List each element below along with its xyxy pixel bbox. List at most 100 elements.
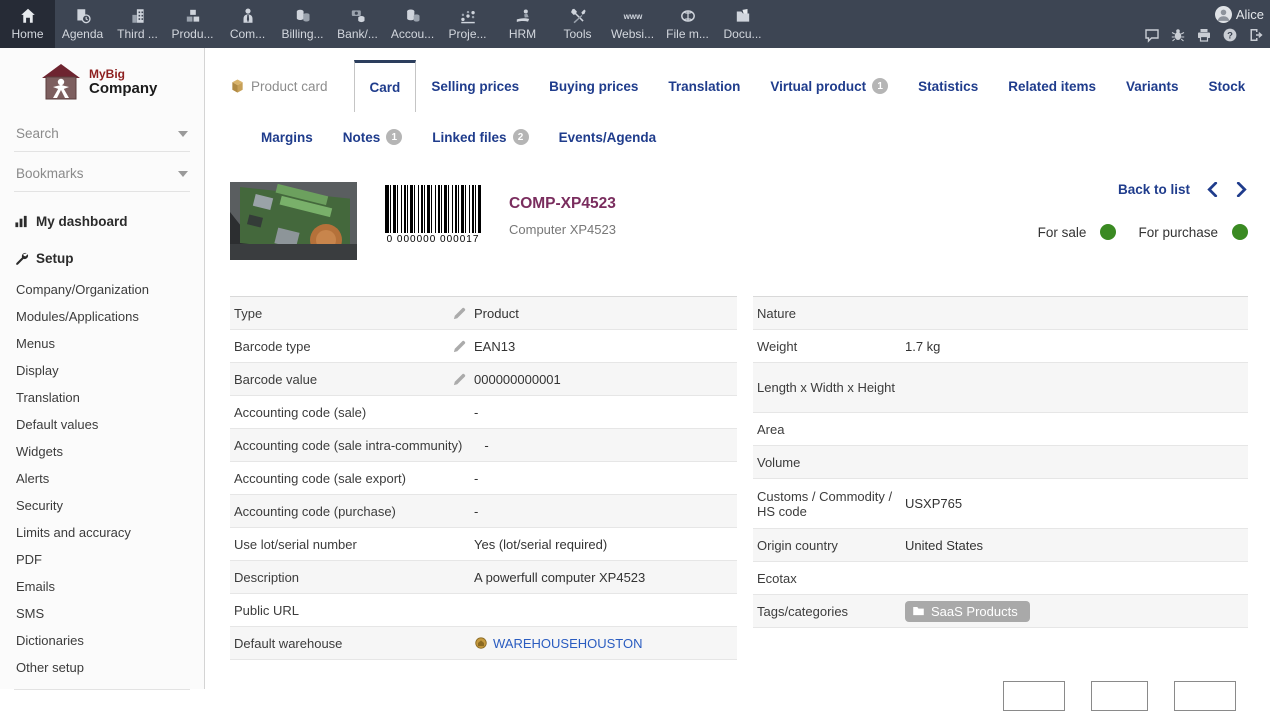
left-sidebar: MyBig Company Search Bookmarks My dashbo… (0, 48, 205, 689)
tab-related-items[interactable]: Related items (993, 60, 1111, 112)
field-row-accounting-sale: Accounting code (sale) - (230, 396, 737, 429)
topbar-item-projects[interactable]: Proje... (440, 0, 495, 48)
svg-text:?: ? (1227, 30, 1233, 41)
sidebar-item-sms[interactable]: SMS (0, 600, 204, 627)
action-button-1[interactable] (1003, 681, 1065, 711)
for-purchase-label: For purchase (1138, 225, 1218, 240)
barcode-digits: 0 000000 000017 (385, 234, 481, 245)
category-tag[interactable]: SaaS Products (905, 601, 1030, 622)
edit-pencil-icon[interactable] (452, 372, 467, 387)
print-icon[interactable] (1196, 27, 1212, 43)
sidebar-item-pdf[interactable]: PDF (0, 546, 204, 573)
help-icon[interactable]: ? (1222, 27, 1238, 43)
field-row-lot-serial: Use lot/serial number Yes (lot/serial re… (230, 528, 737, 561)
sidebar-item-emails[interactable]: Emails (0, 573, 204, 600)
edit-pencil-icon[interactable] (452, 306, 467, 321)
folder-icon (912, 605, 925, 617)
sidebar-item-other-setup[interactable]: Other setup (0, 654, 204, 681)
topbar-item-accounting[interactable]: Accou... (385, 0, 440, 48)
topbar-quick-icons: ? (1144, 27, 1264, 43)
tab-notes[interactable]: Notes 1 (328, 122, 418, 152)
sidebar-item-security[interactable]: Security (0, 492, 204, 519)
product-ref: COMP-XP4523 (509, 195, 616, 213)
tab-buying-prices[interactable]: Buying prices (534, 60, 653, 112)
tab-linked-files[interactable]: Linked files 2 (417, 122, 543, 152)
tab-events-agenda[interactable]: Events/Agenda (544, 122, 672, 152)
virtual-product-count-badge: 1 (872, 78, 888, 94)
search-dropdown[interactable]: Search (14, 112, 190, 152)
bookmarks-dropdown[interactable]: Bookmarks (14, 152, 190, 192)
edit-pencil-icon[interactable] (452, 339, 467, 354)
field-row-accounting-sale-export: Accounting code (sale export) - (230, 462, 737, 495)
field-row-tags-categories: Tags/categories SaaS Products (753, 595, 1248, 628)
topbar-item-home[interactable]: Home (0, 0, 55, 48)
topbar-item-commerce[interactable]: Com... (220, 0, 275, 48)
field-row-customs-code: Customs / Commodity / HS code USXP765 (753, 479, 1248, 529)
field-row-origin-country: Origin country United States (753, 529, 1248, 562)
sidebar-item-company-organization[interactable]: Company/Organization (0, 276, 204, 303)
warehouse-link[interactable]: WAREHOUSEHOUSTON (493, 636, 643, 651)
bug-icon[interactable] (1170, 27, 1186, 43)
sidebar-item-display[interactable]: Display (0, 357, 204, 384)
sidebar-item-translation[interactable]: Translation (0, 384, 204, 411)
tab-margins[interactable]: Margins (246, 122, 328, 152)
topbar-item-agenda[interactable]: Agenda (55, 0, 110, 48)
billing-icon (294, 7, 312, 25)
logout-icon[interactable] (1248, 27, 1264, 43)
product-photo[interactable] (230, 182, 357, 260)
third-parties-icon (129, 7, 147, 25)
field-row-accounting-sale-intra: Accounting code (sale intra-community) - (230, 429, 737, 462)
sidebar-item-modules-applications[interactable]: Modules/Applications (0, 303, 204, 330)
topbar-item-billing[interactable]: Billing... (275, 0, 330, 48)
warehouse-icon (474, 636, 488, 650)
field-row-weight: Weight 1.7 kg (753, 330, 1248, 363)
topbar-item-bank[interactable]: Bank/... (330, 0, 385, 48)
sidebar-item-setup[interactable]: Setup (14, 251, 204, 266)
bank-icon (349, 7, 367, 25)
logo-text-line2: Company (89, 81, 157, 97)
topbar-item-website[interactable]: www Websi... (605, 0, 660, 48)
field-row-area: Area (753, 413, 1248, 446)
sidebar-item-dictionaries[interactable]: Dictionaries (0, 627, 204, 654)
tab-translation[interactable]: Translation (653, 60, 755, 112)
hrm-icon (514, 7, 532, 25)
next-record-arrow[interactable] (1235, 182, 1248, 197)
field-row-nature: Nature (753, 297, 1248, 330)
topbar-user-area: Alice ? (1144, 0, 1264, 48)
products-icon (184, 7, 202, 25)
topbar-item-third-parties[interactable]: Third ... (110, 0, 165, 48)
field-row-default-warehouse: Default warehouse WAREHOUSEHOUSTON (230, 627, 737, 660)
topbar-item-tools[interactable]: Tools (550, 0, 605, 48)
field-row-accounting-purchase: Accounting code (purchase) - (230, 495, 737, 528)
sidebar-item-my-dashboard[interactable]: My dashboard (14, 214, 204, 229)
sidebar-item-widgets[interactable]: Widgets (0, 438, 204, 465)
previous-record-arrow[interactable] (1206, 182, 1219, 197)
tab-variants[interactable]: Variants (1111, 60, 1194, 112)
topbar-item-hrm[interactable]: HRM (495, 0, 550, 48)
sidebar-item-alerts[interactable]: Alerts (0, 465, 204, 492)
action-button-2[interactable] (1091, 681, 1148, 711)
user-avatar (1215, 6, 1232, 23)
tab-bar: Product card Card Selling prices Buying … (230, 60, 1270, 112)
topbar-item-file-manager[interactable]: File m... (660, 0, 715, 48)
tab-stock[interactable]: Stock (1194, 60, 1261, 112)
tab-virtual-product[interactable]: Virtual product 1 (755, 60, 903, 112)
documents-icon (734, 7, 752, 25)
action-button-3[interactable] (1174, 681, 1236, 711)
sidebar-item-menus[interactable]: Menus (0, 330, 204, 357)
topbar-item-products[interactable]: Produ... (165, 0, 220, 48)
home-icon (19, 7, 37, 25)
field-row-type: Type Product (230, 297, 737, 330)
tab-card[interactable]: Card (354, 60, 417, 112)
chat-icon[interactable] (1144, 27, 1160, 43)
chevron-down-icon (178, 171, 188, 177)
user-menu[interactable]: Alice (1215, 6, 1264, 23)
wrench-icon (14, 251, 29, 266)
topbar-item-documents[interactable]: Docu... (715, 0, 770, 48)
tab-statistics[interactable]: Statistics (903, 60, 993, 112)
sidebar-item-default-values[interactable]: Default values (0, 411, 204, 438)
product-details-right-table: Nature Weight 1.7 kg Length x Width x He… (753, 296, 1248, 628)
back-to-list-link[interactable]: Back to list (1118, 182, 1190, 197)
tab-selling-prices[interactable]: Selling prices (416, 60, 534, 112)
sidebar-item-limits-accuracy[interactable]: Limits and accuracy (0, 519, 204, 546)
